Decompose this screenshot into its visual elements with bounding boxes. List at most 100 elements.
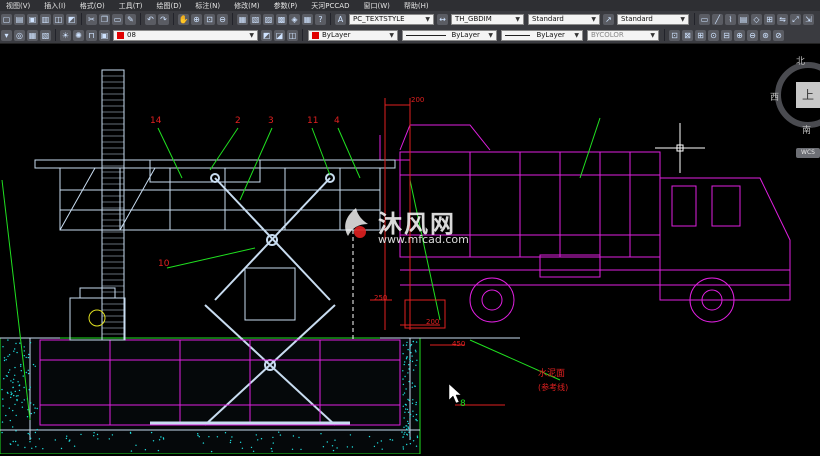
zoom-window-icon[interactable]: ⊡ [204,13,215,25]
hatch-dot [415,445,418,447]
rectangle-icon[interactable]: ▭ [699,13,710,25]
hatch-dot [60,447,63,450]
cut-icon[interactable]: ✂ [86,13,97,25]
viewcube-top-face[interactable]: 上 [796,82,820,108]
layer-properties-icon[interactable]: ◎ [14,29,25,41]
scale-icon[interactable]: ⤢ [790,13,801,25]
zoom-dynamic-icon[interactable]: ⊠ [682,29,693,41]
menu-item[interactable]: 视图(V) [6,1,30,11]
design-center-icon[interactable]: ▧ [250,13,261,25]
insert-icon[interactable]: ⊞ [764,13,775,25]
linetype-select[interactable]: ByLayer ▼ [402,29,497,41]
paste-icon[interactable]: ▭ [112,13,123,25]
zoom-extents-icon[interactable]: ⊘ [773,29,784,41]
layer-select[interactable]: 08 ▼ [113,29,258,41]
text-style-icon[interactable]: A [335,13,346,25]
redo-icon[interactable]: ↷ [158,13,169,25]
table-style-select[interactable]: Standard ▼ [528,13,600,25]
zoom-all-icon[interactable]: ⊛ [760,29,771,41]
save-icon[interactable]: ▣ [27,13,38,25]
chevron-down-icon: ▼ [425,15,430,23]
menu-item[interactable]: 插入(I) [44,1,66,11]
hatch-dot [18,389,21,392]
open-icon[interactable]: ▤ [14,13,25,25]
menu-item[interactable]: 参数(P) [274,1,298,11]
layer-match-icon[interactable]: ◪ [274,29,285,41]
hatch-dot [349,434,352,436]
color-select[interactable]: ByLayer ▼ [308,29,398,41]
wcs-button[interactable]: WCS [796,148,820,158]
publish-icon[interactable]: ◩ [66,13,77,25]
layer-isolate-icon[interactable]: ◫ [287,29,298,41]
menu-item[interactable]: 格式(O) [80,1,105,11]
zoom-scale-icon[interactable]: ⊞ [695,29,706,41]
hatch-dot [12,381,14,384]
calculator-icon[interactable]: ▦ [302,13,313,25]
zoom-previous-icon[interactable]: ⊖ [217,13,228,25]
separator [81,13,82,25]
menu-item[interactable]: 工具(T) [119,1,143,11]
menu-item[interactable]: 修改(M) [234,1,260,11]
undo-icon[interactable]: ↶ [145,13,156,25]
hatch-dot [403,426,405,428]
hatch-dot [402,448,405,450]
hatch-icon[interactable]: ▤ [738,13,749,25]
zoom-realtime-icon[interactable]: ⊕ [191,13,202,25]
match-properties-icon[interactable]: ✎ [125,13,136,25]
layer-states-icon[interactable]: ▦ [27,29,38,41]
hatch-dot [73,445,76,447]
block-icon[interactable]: ◇ [751,13,762,25]
menu-bar: 视图(V) 插入(I) 格式(O) 工具(T) 绘图(D) 标注(N) 修改(M) 参数(P)… [0,0,820,11]
line-icon[interactable]: ╱ [712,13,723,25]
layer-dropdown-icon[interactable]: ▾ [1,29,12,41]
markup-icon[interactable]: ◈ [289,13,300,25]
help-icon[interactable]: ? [315,13,326,25]
copy-icon[interactable]: ❐ [99,13,110,25]
zoom-center-icon[interactable]: ⊙ [708,29,719,41]
hatch-dot [407,372,409,374]
stretch-icon[interactable]: ⇲ [803,13,814,25]
drawing-canvas[interactable]: 14 2 3 11 4 10 8 200 200 450 250 水泥面 (参考… [0,44,820,455]
hatch-dot [415,364,417,366]
menu-item[interactable]: 天河PCCAD [311,1,349,11]
chevron-down-icon: ▼ [680,15,685,23]
preview-icon[interactable]: ◫ [53,13,64,25]
make-current-icon[interactable]: ◩ [261,29,272,41]
mirror-icon[interactable]: ⇋ [777,13,788,25]
sheet-set-icon[interactable]: ▩ [276,13,287,25]
zoom-window-icon[interactable]: ⊡ [669,29,680,41]
plot-icon[interactable]: ▥ [40,13,51,25]
plotstyle-value: BYCOLOR [591,30,624,39]
dim-450: 450 [452,340,466,348]
viewcube-south[interactable]: 南 [802,123,811,136]
hatch-dot [210,450,213,453]
layer-color-swatch [117,31,124,39]
lineweight-select[interactable]: ByLayer ▼ [501,29,583,41]
tool-palettes-icon[interactable]: ▨ [263,13,274,25]
multileader-style-select[interactable]: Standard ▼ [617,13,689,25]
zoom-out-icon[interactable]: ⊖ [747,29,758,41]
lineweight-line [505,34,530,36]
menu-item[interactable]: 帮助(H) [404,1,429,11]
hatch-dot [406,341,408,344]
dim-style-icon[interactable]: ↔ [437,13,448,25]
callout-14: 14 [150,116,162,126]
properties-icon[interactable]: ▦ [237,13,248,25]
multileader-style-icon[interactable]: ↗ [603,13,614,25]
menu-item[interactable]: 窗口(W) [363,1,389,11]
viewcube[interactable]: 北 西 南 上 [770,57,820,155]
text-style-select[interactable]: PC_TEXTSTYLE ▼ [349,13,434,25]
plotstyle-select[interactable]: BYCOLOR ▼ [587,29,659,41]
polyline-icon[interactable]: ⌇ [725,13,736,25]
viewcube-north[interactable]: 北 [796,54,805,67]
zoom-in-icon[interactable]: ⊕ [734,29,745,41]
lock-icon: ⊓ [86,29,97,41]
dim-style-select[interactable]: TH_GBDIM ▼ [451,13,524,25]
zoom-object-icon[interactable]: ⊟ [721,29,732,41]
menu-item[interactable]: 标注(N) [195,1,220,11]
viewcube-west[interactable]: 西 [770,90,779,103]
pan-icon[interactable]: ✋ [178,13,189,25]
layer-previous-icon[interactable]: ▧ [40,29,51,41]
menu-item[interactable]: 绘图(D) [157,1,182,11]
new-icon[interactable]: ▢ [1,13,12,25]
